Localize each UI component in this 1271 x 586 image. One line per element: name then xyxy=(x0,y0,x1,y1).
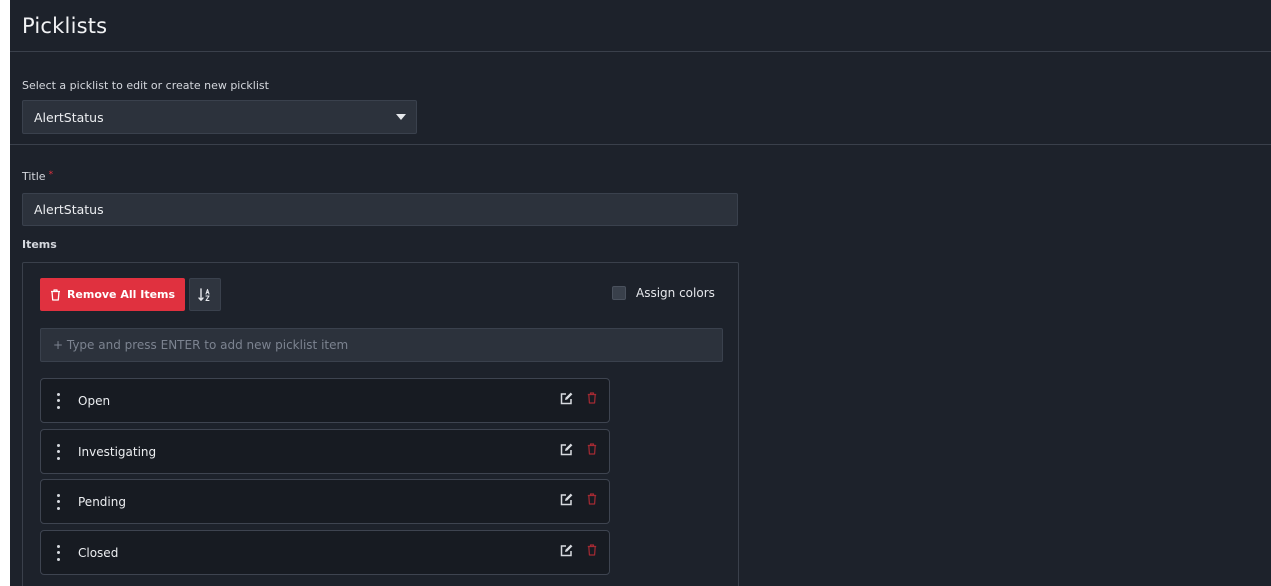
edit-icon[interactable] xyxy=(559,391,573,405)
edit-icon[interactable] xyxy=(559,492,573,506)
edit-icon[interactable] xyxy=(559,442,573,456)
remove-all-items-button[interactable]: Remove All Items xyxy=(40,278,185,311)
picklist-item-label: Open xyxy=(78,393,111,408)
picklist-item-label: Closed xyxy=(78,545,119,560)
items-panel: Remove All Items Assign colors Open Inves… xyxy=(22,262,739,586)
picklist-select[interactable]: AlertStatus xyxy=(22,100,417,134)
drag-handle-icon[interactable] xyxy=(55,392,61,409)
title-field-label: Title * xyxy=(22,170,53,183)
required-marker: * xyxy=(48,170,54,180)
edit-icon[interactable] xyxy=(559,543,573,557)
picklist-select-value: AlertStatus xyxy=(34,109,104,125)
assign-colors-toggle[interactable]: Assign colors xyxy=(612,286,715,300)
sort-button[interactable] xyxy=(189,278,221,311)
assign-colors-checkbox[interactable] xyxy=(612,286,626,300)
delete-icon[interactable] xyxy=(585,442,599,456)
picklist-item-label: Investigating xyxy=(78,444,157,459)
assign-colors-label: Assign colors xyxy=(636,286,715,300)
add-item-input[interactable] xyxy=(40,328,723,362)
delete-icon[interactable] xyxy=(585,543,599,557)
item-actions xyxy=(559,543,599,557)
title-label-text: Title xyxy=(22,170,46,183)
remove-all-items-label: Remove All Items xyxy=(66,288,176,301)
item-actions xyxy=(559,492,599,506)
delete-icon[interactable] xyxy=(585,391,599,405)
picklists-page: Picklists Select a picklist to edit or c… xyxy=(10,0,1271,586)
picklist-item[interactable]: Closed xyxy=(40,530,610,575)
title-input[interactable] xyxy=(22,193,738,226)
picklist-item-label: Pending xyxy=(78,494,126,509)
section-divider xyxy=(10,144,1271,145)
title-divider xyxy=(10,51,1271,52)
drag-handle-icon[interactable] xyxy=(55,544,61,561)
trash-icon xyxy=(50,288,60,301)
drag-handle-icon[interactable] xyxy=(55,493,61,510)
item-actions xyxy=(559,442,599,456)
delete-icon[interactable] xyxy=(585,492,599,506)
picklist-item[interactable]: Investigating xyxy=(40,429,610,474)
picklist-item[interactable]: Pending xyxy=(40,479,610,524)
items-label: Items xyxy=(22,238,57,251)
drag-handle-icon[interactable] xyxy=(55,443,61,460)
sort-alpha-icon xyxy=(198,287,210,301)
page-title: Picklists xyxy=(22,14,108,38)
picklist-item[interactable]: Open xyxy=(40,378,610,423)
picklist-select-label: Select a picklist to edit or create new … xyxy=(22,79,269,92)
chevron-down-icon xyxy=(396,114,406,120)
item-actions xyxy=(559,391,599,405)
